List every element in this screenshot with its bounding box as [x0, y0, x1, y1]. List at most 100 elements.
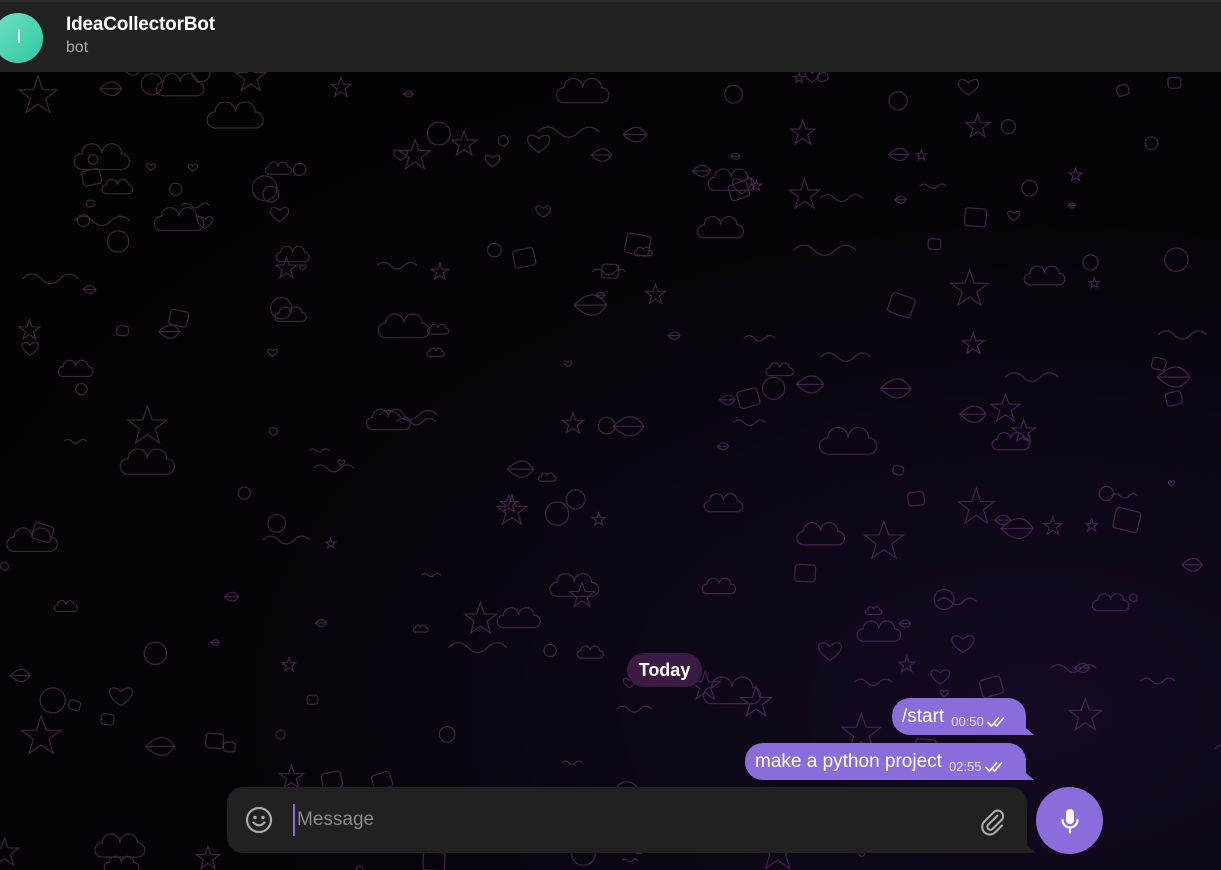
- doodle-shape: [168, 182, 183, 197]
- doodle-shape: [187, 163, 199, 173]
- doodle-shape: [87, 154, 99, 165]
- doodle-shape: [402, 90, 414, 98]
- doodle-shape: [267, 348, 278, 358]
- doodle-shape: [306, 694, 319, 706]
- doodle-shape: [63, 438, 88, 444]
- doodle-shape: [1023, 265, 1066, 286]
- bot-avatar[interactable]: I: [0, 13, 43, 63]
- doodle-shape: [67, 699, 82, 712]
- chat-area[interactable]: Today /start 00:50 make a python project…: [0, 72, 1221, 870]
- doodle-shape: [1066, 202, 1077, 209]
- doodle-shape: [543, 643, 557, 658]
- avatar-letter: I: [16, 27, 22, 48]
- message-input[interactable]: [293, 804, 963, 836]
- doodle-shape: [1091, 593, 1130, 612]
- doodle-shape: [39, 687, 66, 714]
- doodle-shape: [761, 376, 786, 400]
- doodle-shape: [168, 308, 190, 328]
- doodle-shape: [280, 656, 298, 673]
- doodle-shape: [426, 121, 451, 146]
- doodle-shape: [1164, 390, 1183, 407]
- doodle-shape: [907, 491, 926, 507]
- doodle-shape: [85, 199, 95, 208]
- doodle-shape: [888, 147, 910, 162]
- doodle-shape: [535, 205, 552, 218]
- double-check-icon: [984, 761, 1002, 772]
- smiley-icon[interactable]: [244, 805, 274, 835]
- doodle-shape: [462, 600, 499, 635]
- doodle-shape: [376, 261, 418, 270]
- doodle-shape: [512, 247, 537, 269]
- doodle-shape: [412, 624, 429, 633]
- doodle-shape: [951, 635, 975, 654]
- doodle-shape: [956, 486, 997, 525]
- doodle-shape: [206, 101, 264, 129]
- doodle-shape: [103, 855, 140, 870]
- doodle-shape: [264, 161, 292, 175]
- doodle-shape: [274, 255, 299, 279]
- doodle-shape: [1140, 677, 1176, 685]
- doodle-shape: [697, 216, 745, 239]
- doodle-shape: [329, 75, 353, 98]
- doodle-shape: [964, 112, 992, 139]
- doodle-shape: [267, 513, 287, 533]
- doodle-shape: [75, 382, 88, 396]
- message-bubble[interactable]: /start 00:50: [892, 698, 1034, 735]
- doodle-shape: [616, 705, 653, 713]
- doodle-shape: [153, 206, 205, 232]
- doodle-shape: [506, 460, 535, 478]
- doodle-shape: [314, 619, 328, 628]
- chat-title-block[interactable]: IdeaCollectorBot bot: [66, 14, 215, 57]
- doodle-shape: [94, 833, 146, 858]
- doodle-shape: [82, 284, 97, 295]
- doodle-shape: [438, 726, 456, 743]
- doodle-shape: [196, 216, 213, 230]
- doodle-shape: [210, 639, 221, 646]
- doodle-shape: [701, 577, 737, 595]
- doodle-shape: [484, 154, 501, 168]
- doodle-shape: [888, 91, 908, 111]
- chat-header[interactable]: I IdeaCollectorBot bot: [0, 0, 1221, 72]
- doodle-shape: [1005, 372, 1059, 383]
- doodle-shape: [963, 207, 988, 228]
- doodle-shape: [919, 183, 947, 190]
- doodle-shape: [590, 148, 613, 162]
- doodle-shape: [1087, 275, 1102, 289]
- message-bubble[interactable]: make a python project 02:55: [745, 743, 1034, 780]
- doodle-shape: [275, 729, 286, 740]
- doodle-shape: [590, 510, 608, 527]
- doodle-shape: [17, 317, 42, 341]
- doodle-shape: [765, 362, 794, 377]
- doodle-shape: [958, 79, 980, 96]
- doodle-shape: [275, 245, 310, 263]
- doodle-shape: [19, 714, 63, 755]
- voice-record-button[interactable]: [1036, 787, 1103, 854]
- doodle-shape: [567, 580, 597, 608]
- doodle-shape: [377, 313, 430, 339]
- doodle-shape: [978, 675, 1004, 699]
- doodle-shape: [691, 164, 712, 178]
- doodle-shape: [937, 597, 977, 606]
- doodle-shape: [234, 72, 268, 92]
- doodle-shape: [21, 273, 80, 285]
- doodle-shape: [597, 416, 616, 435]
- doodle-shape: [576, 645, 604, 659]
- doodle-shape: [237, 486, 251, 500]
- doodle-shape: [792, 72, 806, 84]
- doodle-shape: [887, 292, 916, 319]
- doodle-shape: [126, 404, 169, 445]
- doodle-shape: [960, 331, 986, 355]
- doodle-shape: [0, 561, 10, 571]
- paperclip-icon[interactable]: [977, 806, 1007, 836]
- bubble-tail: [1020, 768, 1034, 780]
- doodle-shape: [1214, 744, 1221, 750]
- doodle-shape: [893, 195, 907, 204]
- doodle-shape: [324, 536, 338, 550]
- doodle-shape: [269, 206, 290, 223]
- message-time: 02:55: [948, 759, 982, 774]
- doodle-shape: [81, 167, 103, 187]
- doodle-shape: [1082, 254, 1099, 271]
- doodle-shape: [933, 588, 955, 611]
- doodle-shape: [563, 360, 573, 368]
- doodle-shape: [1067, 696, 1104, 732]
